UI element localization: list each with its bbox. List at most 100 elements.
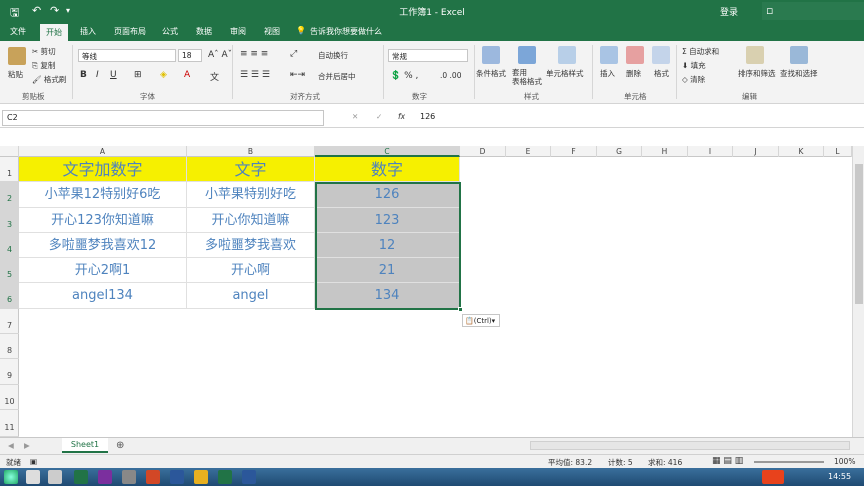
header-cell[interactable]: 文字加数字	[19, 157, 187, 182]
header-cell[interactable]: 数字	[315, 157, 460, 182]
format-painter-button[interactable]: 🖌 格式刷	[32, 74, 66, 85]
table-cell[interactable]: 134	[315, 283, 460, 309]
chrome-icon[interactable]	[194, 470, 208, 484]
login-link[interactable]: 登录	[720, 5, 738, 18]
table-cell[interactable]: 开心2啊1	[19, 258, 187, 283]
autosum-button[interactable]: Σ 自动求和	[682, 46, 719, 57]
table-cell[interactable]: 多啦噩梦我喜欢12	[19, 233, 187, 258]
column-header[interactable]: K	[779, 146, 824, 157]
ime-icon[interactable]	[762, 470, 784, 484]
tab-review[interactable]: 审阅	[230, 26, 246, 37]
table-cell[interactable]: angel134	[19, 283, 187, 309]
row-header[interactable]: 4	[0, 233, 19, 258]
cancel-icon[interactable]: ✕	[352, 112, 358, 121]
column-header[interactable]: I	[688, 146, 733, 157]
fill-color-icon[interactable]: ◈	[160, 70, 167, 80]
app-icon[interactable]	[122, 470, 136, 484]
font-name-select[interactable]: 等线	[78, 49, 176, 62]
row-header[interactable]: 8	[0, 334, 19, 359]
table-cell[interactable]: 开心123你知道嘛	[19, 208, 187, 233]
border-icon[interactable]: ⊞	[134, 70, 142, 80]
header-cell[interactable]: 文字	[187, 157, 315, 182]
paste-icon[interactable]	[8, 47, 26, 65]
table-cell[interactable]: 123	[315, 208, 460, 233]
view-mode-icons[interactable]: ▦ ▤ ▥	[712, 456, 743, 466]
name-box[interactable]: C2	[2, 110, 324, 126]
paste-options-button[interactable]: 📋(Ctrl)▾	[462, 314, 500, 327]
bold-button[interactable]: B	[80, 70, 87, 80]
explorer-icon[interactable]	[26, 470, 40, 484]
conditional-format-icon[interactable]	[482, 46, 500, 64]
horizontal-scrollbar[interactable]	[530, 441, 850, 450]
table-cell[interactable]: 21	[315, 258, 460, 283]
zoom-level[interactable]: 100%	[834, 457, 855, 466]
excel-window-icon[interactable]	[218, 470, 232, 484]
column-header[interactable]: D	[460, 146, 506, 157]
paste-button[interactable]: 粘贴	[8, 69, 23, 80]
delete-cells-icon[interactable]	[626, 46, 644, 64]
tab-file[interactable]: 文件	[10, 26, 26, 37]
wrap-text-button[interactable]: 自动换行	[318, 50, 348, 61]
row-header[interactable]: 10	[0, 385, 19, 410]
number-format-select[interactable]: 常规	[388, 49, 468, 62]
onenote-icon[interactable]	[98, 470, 112, 484]
grow-font-icon[interactable]: Aˆ Aˇ	[208, 50, 232, 60]
start-icon[interactable]	[4, 470, 18, 484]
merge-center-button[interactable]: 合并后居中	[318, 71, 356, 82]
column-header[interactable]: B	[187, 146, 315, 157]
column-header[interactable]: E	[506, 146, 551, 157]
tab-formulas[interactable]: 公式	[162, 26, 178, 37]
cell-style-icon[interactable]	[558, 46, 576, 64]
add-sheet-icon[interactable]: ⊕	[116, 440, 124, 451]
tab-home[interactable]: 开始	[40, 24, 68, 41]
align-center-icon[interactable]: ☰ ☰ ☰	[240, 70, 270, 80]
table-cell[interactable]: 多啦噩梦我喜欢	[187, 233, 315, 258]
insert-cells-icon[interactable]	[600, 46, 618, 64]
powerpoint-icon[interactable]	[146, 470, 160, 484]
column-header[interactable]: A	[19, 146, 187, 157]
fill-button[interactable]: ⬇ 填充	[682, 60, 706, 71]
clear-button[interactable]: ◇ 清除	[682, 74, 705, 85]
copy-button[interactable]: ⎘ 复制	[32, 60, 55, 71]
sheet-nav-left-icon[interactable]: ◀	[8, 441, 14, 450]
row-header[interactable]: 6	[0, 283, 19, 309]
scroll-thumb[interactable]	[855, 164, 863, 304]
table-cell[interactable]: angel	[187, 283, 315, 309]
currency-icon[interactable]: 💲 % ,	[390, 71, 418, 81]
find-select-button[interactable]: 查找和选择	[780, 68, 818, 79]
conditional-format-button[interactable]: 条件格式	[476, 68, 506, 79]
indent-icon[interactable]: ⇤⇥	[290, 70, 305, 80]
format-cells-icon[interactable]	[652, 46, 670, 64]
font-size-select[interactable]: 18	[178, 49, 202, 62]
tell-me-input[interactable]: 告诉我你想要做什么	[310, 26, 382, 37]
fill-handle[interactable]	[458, 307, 463, 312]
cell-style-button[interactable]: 单元格样式	[546, 68, 584, 79]
italic-button[interactable]: I	[96, 70, 99, 80]
sheet-tab[interactable]: Sheet1	[62, 438, 108, 453]
table-cell[interactable]: 开心啊	[187, 258, 315, 283]
font-color-icon[interactable]: A	[184, 70, 190, 80]
column-header[interactable]: F	[551, 146, 597, 157]
orientation-icon[interactable]: ⤢	[290, 49, 297, 59]
delete-cells-button[interactable]: 删除	[626, 68, 641, 79]
enter-icon[interactable]: ✓	[376, 112, 382, 121]
column-header[interactable]: G	[597, 146, 642, 157]
phonetic-icon[interactable]: 文	[210, 70, 219, 83]
table-format-button[interactable]: 套用 表格格式	[512, 68, 542, 86]
formula-input[interactable]: 126	[416, 110, 856, 126]
table-cell[interactable]: 开心你知道嘛	[187, 208, 315, 233]
table-format-icon[interactable]	[518, 46, 536, 64]
table-cell[interactable]: 小苹果12特别好6吃	[19, 182, 187, 208]
column-header[interactable]: J	[733, 146, 779, 157]
column-header[interactable]: C	[315, 146, 460, 157]
row-header[interactable]: 11	[0, 410, 19, 437]
decimal-icon[interactable]: .0 .00	[440, 71, 461, 80]
row-header[interactable]: 2	[0, 182, 19, 208]
word-icon[interactable]	[170, 470, 184, 484]
sort-filter-button[interactable]: 排序和筛选	[738, 68, 776, 79]
row-header[interactable]: 9	[0, 359, 19, 385]
row-header[interactable]: 3	[0, 208, 19, 233]
column-header[interactable]: H	[642, 146, 688, 157]
row-header[interactable]: 1	[0, 157, 19, 182]
ribbon-display-icon[interactable]: ▫	[766, 4, 773, 17]
